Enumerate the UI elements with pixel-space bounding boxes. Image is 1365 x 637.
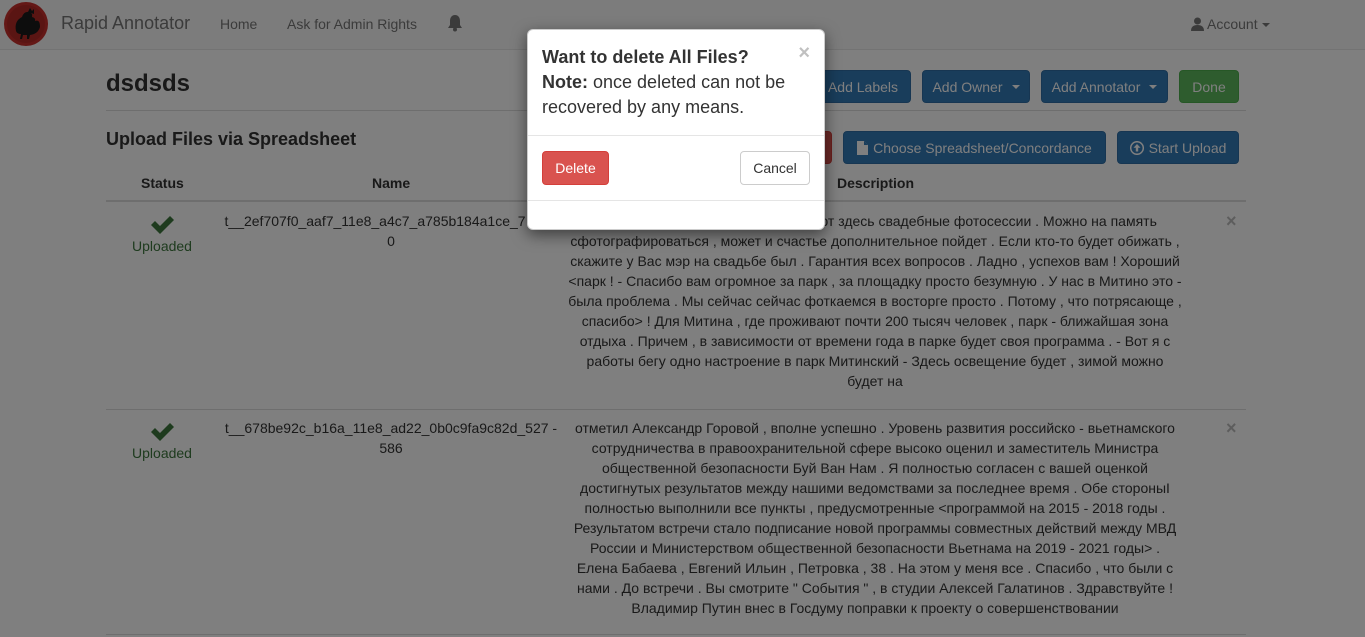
delete-confirm-modal: Want to delete All Files? Note: once del…: [527, 29, 825, 230]
confirm-delete-button[interactable]: Delete: [542, 151, 609, 185]
modal-header: Want to delete All Files? Note: once del…: [528, 30, 824, 136]
modal-title: Want to delete All Files? Note: once del…: [542, 45, 802, 120]
cancel-button[interactable]: Cancel: [740, 151, 810, 185]
modal-close-button[interactable]: ×: [798, 42, 810, 65]
modal-heading: Want to delete All Files?: [542, 47, 749, 67]
modal-footer-divider: [528, 200, 824, 201]
modal-note-label: Note:: [542, 72, 588, 92]
